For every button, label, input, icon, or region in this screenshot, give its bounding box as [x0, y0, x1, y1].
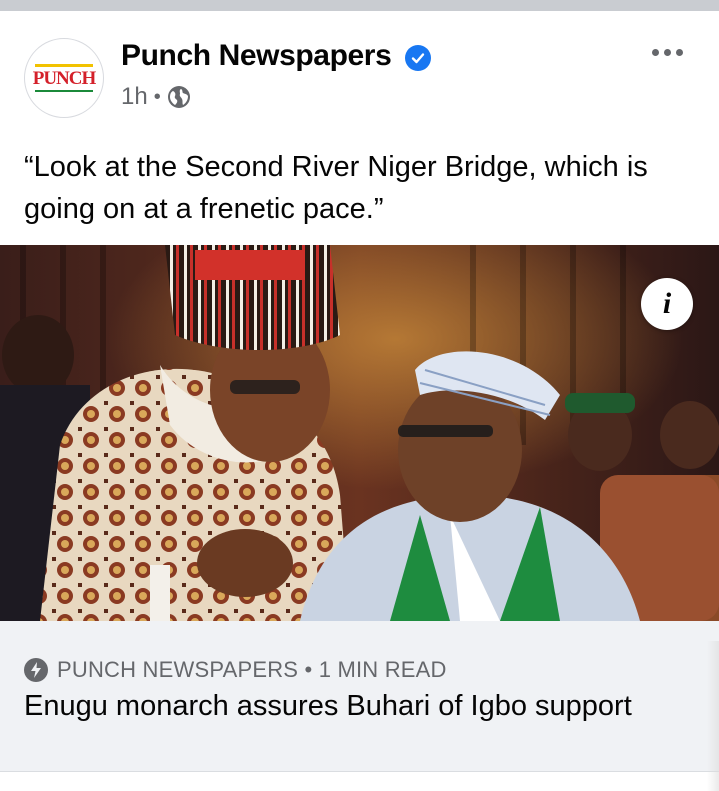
post-timestamp[interactable]: 1h [121, 83, 148, 111]
link-domain: PUNCH NEWSPAPERS • 1 MIN READ [57, 657, 447, 682]
link-preview[interactable]: PUNCH NEWSPAPERS • 1 MIN READ Enugu mona… [0, 621, 719, 772]
lightning-bolt-icon [24, 658, 48, 682]
punch-logo: PUNCH [32, 68, 97, 89]
verified-badge-icon [405, 45, 431, 71]
globe-icon [167, 85, 191, 109]
info-button[interactable]: i [641, 278, 693, 330]
feed-separator [0, 0, 719, 11]
next-card-edge [707, 641, 719, 791]
post-caption: “Look at the Second River Niger Bridge, … [24, 151, 648, 225]
more-options-icon[interactable] [644, 39, 690, 65]
page-avatar[interactable]: PUNCH [24, 38, 104, 118]
meta-separator: • [153, 85, 161, 108]
post-meta: 1h • [121, 81, 191, 113]
link-source-row: PUNCH NEWSPAPERS • 1 MIN READ [24, 657, 447, 683]
feed-post: PUNCH Punch Newspapers 1h • “Look at the… [0, 11, 719, 791]
link-headline[interactable]: Enugu monarch assures Buhari of Igbo sup… [24, 687, 664, 725]
post-photo[interactable] [0, 245, 719, 621]
info-icon: i [662, 287, 672, 320]
page-name-link[interactable]: Punch Newspapers [121, 39, 392, 73]
